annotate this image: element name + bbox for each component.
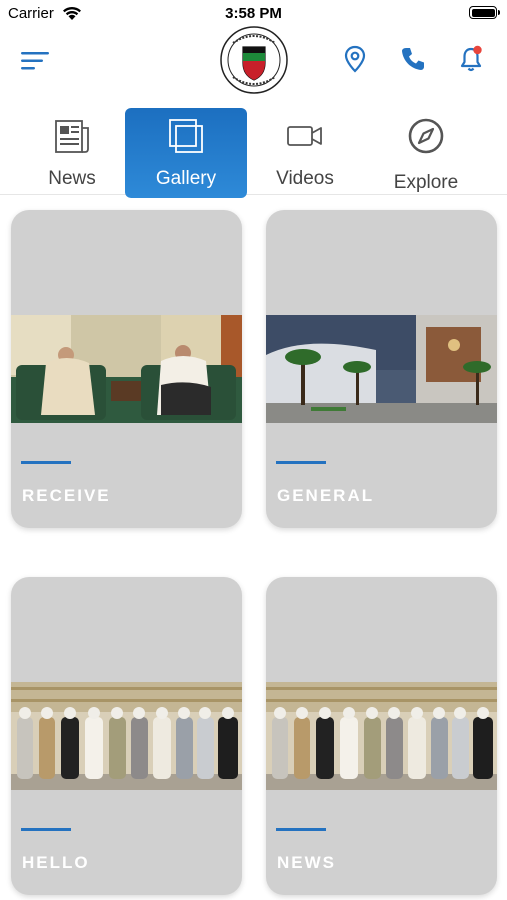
gallery-thumbnail	[11, 315, 242, 423]
card-accent-line	[276, 461, 326, 464]
club-logo	[220, 26, 288, 94]
gallery-thumbnail	[266, 682, 497, 790]
tab-news[interactable]: News	[11, 108, 133, 198]
gallery-card[interactable]: GENERAL	[266, 210, 497, 528]
newspaper-icon	[55, 120, 89, 153]
tab-bar: News Gallery Videos Explore	[0, 106, 507, 198]
status-bar: Carrier 3:58 PM	[0, 0, 507, 28]
battery-icon	[469, 6, 500, 19]
app-header	[0, 26, 507, 98]
tab-label: Explore	[393, 172, 459, 193]
compass-icon	[408, 118, 444, 154]
tab-gallery[interactable]: Gallery	[125, 108, 247, 198]
gallery-card[interactable]: HELLO	[11, 577, 242, 895]
card-accent-line	[21, 828, 71, 831]
menu-icon[interactable]	[18, 48, 52, 74]
tab-label: News	[48, 168, 96, 189]
bell-icon[interactable]	[456, 44, 486, 74]
card-title: RECEIVE	[22, 486, 111, 505]
card-title: GENERAL	[277, 486, 375, 505]
card-title: HELLO	[22, 853, 90, 872]
notification-dot	[473, 45, 482, 55]
clock: 3:58 PM	[225, 5, 282, 22]
card-accent-line	[21, 461, 71, 464]
tab-label: Gallery	[155, 168, 217, 189]
gallery-thumbnail	[11, 682, 242, 790]
phone-icon[interactable]	[398, 44, 428, 74]
location-pin-icon[interactable]	[340, 44, 370, 74]
tab-explore[interactable]: Explore	[365, 108, 487, 198]
gallery-card[interactable]: RECEIVE	[11, 210, 242, 528]
tab-label: Videos	[276, 168, 334, 189]
tab-videos[interactable]: Videos	[244, 108, 366, 198]
video-camera-icon	[287, 126, 322, 146]
card-title: NEWS	[277, 853, 336, 872]
gallery-icon	[169, 119, 203, 153]
gallery-thumbnail	[266, 315, 497, 423]
card-accent-line	[276, 828, 326, 831]
gallery-card[interactable]: NEWS	[266, 577, 497, 895]
